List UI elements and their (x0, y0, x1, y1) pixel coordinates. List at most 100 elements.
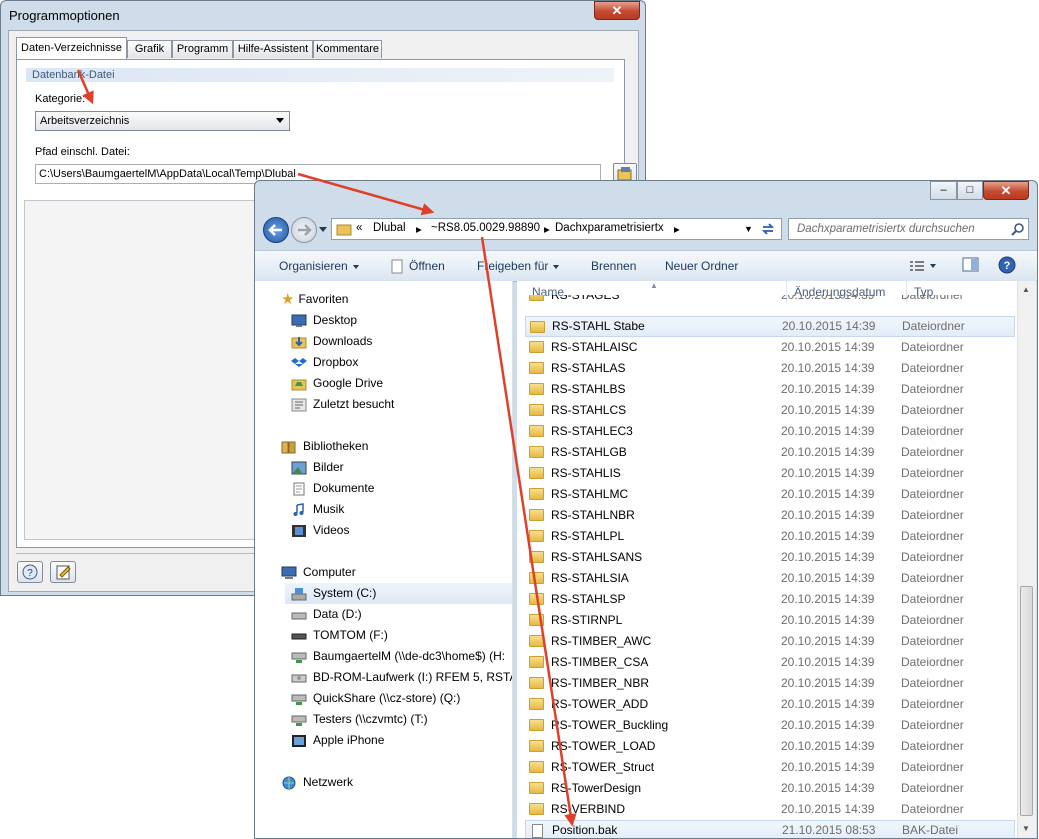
tab-hilfe-assistent[interactable]: Hilfe-Assistent (233, 40, 313, 58)
tab-programm[interactable]: Programm (172, 40, 233, 58)
chevron-right-icon[interactable]: ▸ (674, 222, 680, 236)
maximize-button[interactable]: □ (957, 181, 983, 200)
forward-button[interactable] (291, 217, 317, 243)
folder-row[interactable]: RS-STAHLGB 20.10.2015 14:39 Dateiordner (525, 442, 1015, 463)
file-name: RS-TOWER_LOAD (551, 739, 656, 753)
refresh-button[interactable] (759, 221, 779, 237)
nav-drive-h[interactable]: BaumgaertelM (\\de-dc3\home$) (H: (291, 646, 505, 667)
search-input[interactable]: Dachxparametrisiertx durchsuchen (788, 218, 1029, 240)
tab-kommentare[interactable]: Kommentare (313, 40, 382, 58)
open-button[interactable]: Öffnen (391, 259, 445, 274)
nav-desktop[interactable]: Desktop (291, 310, 357, 331)
scroll-down-icon[interactable]: ▼ (1022, 824, 1030, 833)
help-button[interactable]: ? (17, 561, 43, 583)
vertical-scrollbar[interactable]: ▲ ▼ (1017, 281, 1036, 838)
nav-drive-f[interactable]: TOMTOM (F:) (291, 625, 388, 646)
file-name: RS-TIMBER_AWC (551, 634, 652, 648)
nav-google-drive[interactable]: Google Drive (291, 373, 383, 394)
dropbox-icon (291, 357, 307, 367)
folder-row[interactable]: RS-STAHLSANS 20.10.2015 14:39 Dateiordner (525, 547, 1015, 568)
view-options-button[interactable] (909, 258, 936, 273)
chevron-down-icon[interactable]: ▼ (744, 224, 753, 234)
folder-row[interactable]: RS-STAHLEC3 20.10.2015 14:39 Dateiordner (525, 421, 1015, 442)
folder-icon (529, 677, 544, 689)
folder-row[interactable]: RS-TOWER_Buckling 20.10.2015 14:39 Dateior… (525, 715, 1015, 736)
folder-row[interactable]: RS-STAHLPL 20.10.2015 14:39 Dateiordner (525, 526, 1015, 547)
organize-button[interactable]: Organisieren (279, 259, 359, 273)
folder-row[interactable]: RS-STAGES 20.10.2015 14:39 Dateiordner (525, 295, 1015, 305)
tab-daten-verzeichnisse[interactable]: Daten-Verzeichnisse (16, 37, 127, 59)
nav-videos[interactable]: Videos (291, 520, 349, 541)
folder-row[interactable]: RS-TIMBER_NBR 20.10.2015 14:39 Dateiordner (525, 673, 1015, 694)
folder-row[interactable]: RS-TOWER_ADD 20.10.2015 14:39 Dateiordner (525, 694, 1015, 715)
folder-row[interactable]: RS-TIMBER_AWC 20.10.2015 14:39 Dateiordner (525, 631, 1015, 652)
folder-row[interactable]: RS-STIRNPL 20.10.2015 14:39 Dateiordner (525, 610, 1015, 631)
file-name: RS-TowerDesign (551, 781, 642, 795)
nav-drive-c[interactable]: System (C:) (285, 583, 512, 604)
nav-documents[interactable]: Dokumente (291, 478, 374, 499)
breadcrumb-overflow[interactable]: « (356, 222, 362, 234)
share-button[interactable]: Freigeben für (477, 259, 560, 273)
folder-icon (529, 467, 544, 479)
file-row[interactable]: Position.bak 21.10.2015 08:53 BAK-Datei (525, 820, 1015, 838)
chevron-right-icon[interactable]: ▸ (544, 222, 550, 236)
file-date: 20.10.2015 14:39 (781, 718, 875, 732)
folder-row[interactable]: RS-STAHLSP 20.10.2015 14:39 Dateiordner (525, 589, 1015, 610)
help-icon: ? (998, 256, 1016, 274)
edit-button[interactable] (50, 561, 76, 583)
scroll-up-icon[interactable]: ▲ (1022, 285, 1030, 294)
chevron-right-icon[interactable]: ▸ (416, 222, 422, 236)
folder-row[interactable]: RS-STAHL Stabe 20.10.2015 14:39 Dateiordne… (525, 316, 1015, 337)
breadcrumb-dlubal[interactable]: Dlubal (373, 222, 406, 234)
nav-pictures[interactable]: Bilder (291, 457, 344, 478)
file-name: RS-STAHLMC (551, 487, 629, 501)
nav-iphone[interactable]: Apple iPhone (291, 730, 384, 751)
nav-music[interactable]: Musik (291, 499, 344, 520)
folder-row[interactable]: RS-STAHLSIA 20.10.2015 14:39 Dateiordner (525, 568, 1015, 589)
folder-row[interactable]: RS-TIMBER_CSA 20.10.2015 14:39 Dateiordner (525, 652, 1015, 673)
nav-drive-i[interactable]: BD-ROM-Laufwerk (I:) RFEM 5, RSTAB (291, 667, 512, 688)
burn-button[interactable]: Brennen (591, 259, 636, 273)
nav-dropbox[interactable]: Dropbox (291, 352, 358, 373)
tab-grafik[interactable]: Grafik (127, 40, 172, 58)
folder-row[interactable]: RS-STAHLMC 20.10.2015 14:39 Dateiordner (525, 484, 1015, 505)
nav-drive-q[interactable]: QuickShare (\\cz-store) (Q:) (291, 688, 460, 709)
nav-downloads[interactable]: Downloads (291, 331, 372, 352)
search-icon[interactable] (1011, 222, 1025, 236)
folder-row[interactable]: RS-STAHLBS 20.10.2015 14:39 Dateiordner (525, 379, 1015, 400)
explorer-close-button[interactable]: ✕ (983, 181, 1029, 200)
folder-row[interactable]: RS-VERBIND 20.10.2015 14:39 Dateiordner (525, 799, 1015, 820)
folder-row[interactable]: RS-STAHLAS 20.10.2015 14:39 Dateiordner (525, 358, 1015, 379)
new-folder-button[interactable]: Neuer Ordner (665, 259, 738, 273)
file-type: Dateiordner (901, 529, 964, 543)
preview-pane-button[interactable] (962, 257, 980, 276)
file-date: 20.10.2015 14:39 (781, 760, 875, 774)
folder-row[interactable]: RS-STAHLNBR 20.10.2015 14:39 Dateiordner (525, 505, 1015, 526)
minimize-button[interactable]: – (930, 181, 957, 200)
nav-drive-t[interactable]: Testers (\\czvmtc) (T:) (291, 709, 428, 730)
nav-network[interactable]: Netzwerk (281, 772, 353, 793)
folder-row[interactable]: RS-STAHLAISC 20.10.2015 14:39 Dateiordner (525, 337, 1015, 358)
folder-row[interactable]: RS-STAHLCS 20.10.2015 14:39 Dateiordner (525, 400, 1015, 421)
chevron-down-icon (352, 264, 359, 269)
help-icon: ? (22, 564, 38, 580)
breadcrumb-rs8[interactable]: ~RS8.05.0029.98890 (431, 222, 540, 234)
folder-row[interactable]: RS-TOWER_LOAD 20.10.2015 14:39 Dateiordner (525, 736, 1015, 757)
close-button[interactable]: ✕ (594, 1, 640, 20)
folder-row[interactable]: RS-TowerDesign 20.10.2015 14:39 Dateiordne… (525, 778, 1015, 799)
back-button[interactable] (263, 217, 289, 243)
address-bar[interactable]: « Dlubal ▸ ~RS8.05.0029.98890 ▸ Dachxpar… (331, 218, 782, 240)
chevron-down-icon (276, 118, 284, 123)
nav-computer[interactable]: Computer (281, 562, 356, 583)
breadcrumb-current[interactable]: Dachxparametrisiertx (555, 222, 664, 234)
nav-recent[interactable]: Zuletzt besucht (291, 394, 394, 415)
category-select[interactable]: Arbeitsverzeichnis (35, 111, 290, 131)
folder-row[interactable]: RS-STAHLIS 20.10.2015 14:39 Dateiordner (525, 463, 1015, 484)
recent-pages-icon[interactable] (319, 227, 327, 232)
help-button[interactable]: ? (998, 256, 1016, 277)
nav-drive-d[interactable]: Data (D:) (291, 604, 362, 625)
nav-libraries[interactable]: Bibliotheken (281, 436, 368, 457)
scrollbar-thumb[interactable] (1020, 586, 1033, 816)
folder-row[interactable]: RS-TOWER_Struct 20.10.2015 14:39 Dateiordn… (525, 757, 1015, 778)
nav-favorites[interactable]: ★ Favoriten (281, 289, 348, 310)
